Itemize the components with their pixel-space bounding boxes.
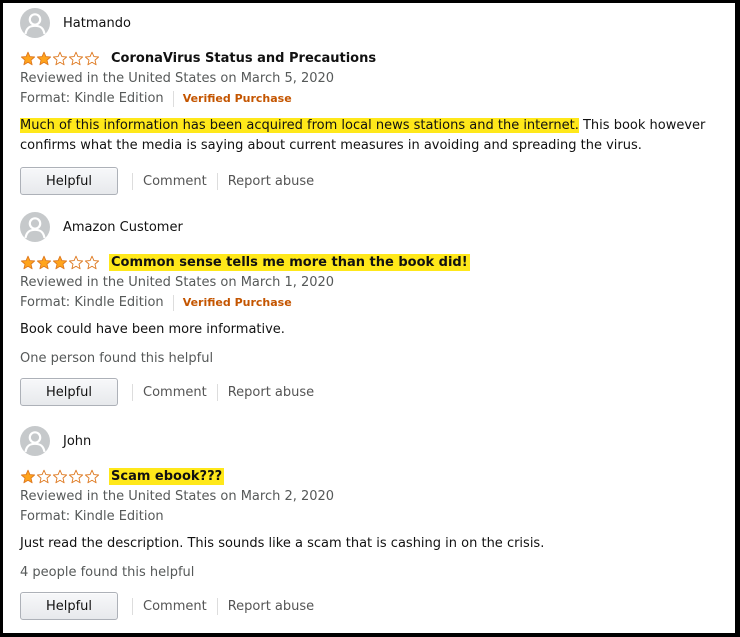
review-body: Much of this information has been acquir… [20, 116, 720, 156]
reviewer-name[interactable]: John [63, 434, 91, 449]
review-card: John Scam ebook??? Reviewed in the Unite… [20, 424, 720, 620]
star-empty-icon [68, 469, 84, 483]
star-empty-icon [68, 255, 84, 269]
divider [216, 172, 218, 190]
star-empty-icon [36, 469, 52, 483]
format-label[interactable]: Format: Kindle Edition [20, 89, 164, 109]
review-title[interactable]: Common sense tells me more than the book… [109, 253, 470, 271]
star-empty-icon [68, 51, 84, 65]
review-card: Hatmando CoronaVirus Status and Precauti… [20, 6, 720, 195]
star-rating[interactable] [20, 255, 100, 270]
verified-purchase-badge: Verified Purchase [182, 92, 292, 105]
format-label[interactable]: Format: Kindle Edition [20, 293, 164, 313]
reviewer-profile[interactable]: Amazon Customer [20, 210, 720, 244]
report-abuse-link[interactable]: Report abuse [228, 174, 314, 189]
star-filled-icon [36, 255, 52, 269]
star-empty-icon [84, 51, 100, 65]
star-rating[interactable] [20, 51, 100, 66]
review-card: Amazon Customer Common sense tells me mo… [20, 210, 720, 406]
helpful-button[interactable]: Helpful [20, 167, 118, 195]
review-date: Reviewed in the United States on March 1… [20, 275, 335, 290]
star-filled-icon [36, 51, 52, 65]
reviewer-name[interactable]: Amazon Customer [63, 220, 183, 235]
helpful-count: 4 people found this helpful [20, 565, 195, 580]
avatar-icon [20, 426, 50, 456]
divider [132, 383, 133, 401]
reviewer-name[interactable]: Hatmando [63, 16, 131, 31]
report-abuse-link[interactable]: Report abuse [228, 599, 314, 614]
highlighted-text: Much of this information has been acquir… [20, 118, 579, 133]
review-body: Just read the description. This sounds l… [20, 536, 545, 551]
helpful-button[interactable]: Helpful [20, 592, 118, 620]
review-date: Reviewed in the United States on March 2… [20, 489, 335, 504]
avatar-icon [20, 8, 50, 38]
review-date: Reviewed in the United States on March 5… [20, 71, 335, 86]
reviewer-profile[interactable]: John [20, 424, 720, 458]
report-abuse-link[interactable]: Report abuse [228, 385, 314, 400]
avatar-icon [20, 212, 50, 242]
divider [216, 597, 218, 615]
divider [132, 172, 133, 190]
helpful-button[interactable]: Helpful [20, 378, 118, 406]
star-filled-icon [20, 255, 36, 269]
star-filled-icon [20, 469, 36, 483]
star-empty-icon [84, 255, 100, 269]
star-empty-icon [84, 469, 100, 483]
reviews-panel: Hatmando CoronaVirus Status and Precauti… [3, 3, 735, 633]
review-title[interactable]: CoronaVirus Status and Precautions [109, 50, 378, 67]
star-empty-icon [52, 51, 68, 65]
review-body: Book could have been more informative. [20, 322, 285, 337]
helpful-count: One person found this helpful [20, 351, 214, 366]
divider [132, 597, 133, 615]
comment-link[interactable]: Comment [143, 385, 207, 400]
verified-purchase-badge: Verified Purchase [182, 296, 292, 309]
divider [216, 383, 218, 401]
comment-link[interactable]: Comment [143, 174, 207, 189]
star-filled-icon [20, 51, 36, 65]
divider [172, 91, 174, 107]
star-empty-icon [52, 469, 68, 483]
star-filled-icon [52, 255, 68, 269]
comment-link[interactable]: Comment [143, 599, 207, 614]
format-label[interactable]: Format: Kindle Edition [20, 507, 164, 527]
reviewer-profile[interactable]: Hatmando [20, 6, 720, 40]
divider [172, 295, 174, 311]
review-title[interactable]: Scam ebook??? [109, 467, 225, 485]
star-rating[interactable] [20, 469, 100, 484]
